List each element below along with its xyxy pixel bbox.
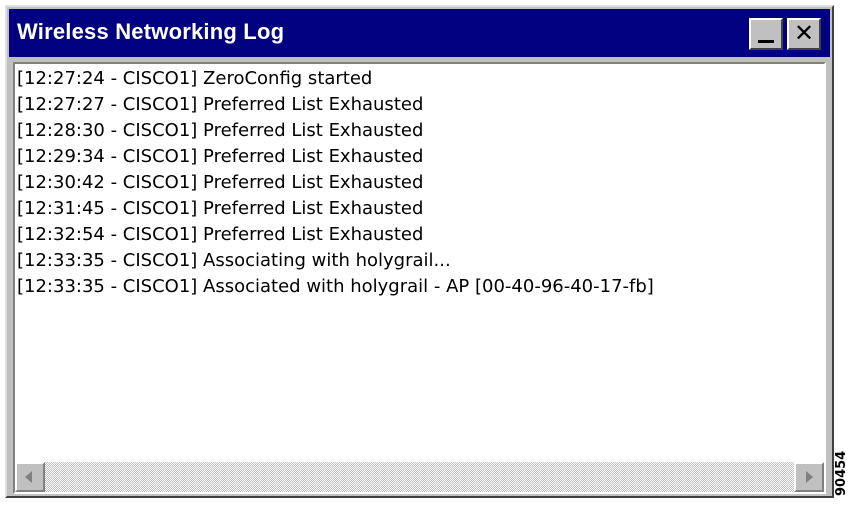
wireless-log-window: Wireless Networking Log ✕ [12:27:24 - CI… [5,5,834,498]
close-icon: ✕ [793,19,815,47]
log-entry[interactable]: [12:33:35 - CISCO1] Associating with hol… [17,248,824,274]
log-entry[interactable]: [12:33:35 - CISCO1] Associated with holy… [17,274,824,300]
figure-id-label: 90454 [834,450,848,496]
log-entries: [12:27:24 - CISCO1] ZeroConfig started [… [17,66,824,460]
scroll-right-button[interactable] [794,462,824,492]
scroll-left-button[interactable] [15,462,45,492]
minimize-icon [758,40,774,43]
scroll-left-arrow-icon [25,471,32,483]
log-entry[interactable]: [12:30:42 - CISCO1] Preferred List Exhau… [17,170,824,196]
log-entry[interactable]: [12:32:54 - CISCO1] Preferred List Exhau… [17,222,824,248]
close-button[interactable]: ✕ [787,18,821,50]
scroll-right-arrow-icon [806,471,813,483]
log-entry[interactable]: [12:27:24 - CISCO1] ZeroConfig started [17,66,824,92]
log-entry[interactable]: [12:27:27 - CISCO1] Preferred List Exhau… [17,92,824,118]
log-entry[interactable]: [12:31:45 - CISCO1] Preferred List Exhau… [17,196,824,222]
log-listbox[interactable]: [12:27:24 - CISCO1] ZeroConfig started [… [13,62,826,494]
window-title: Wireless Networking Log [17,19,285,44]
title-bar[interactable]: Wireless Networking Log ✕ [9,9,830,57]
log-entry[interactable]: [12:28:30 - CISCO1] Preferred List Exhau… [17,118,824,144]
log-entry[interactable]: [12:29:34 - CISCO1] Preferred List Exhau… [17,144,824,170]
minimize-button[interactable] [749,18,783,50]
horizontal-scrollbar[interactable] [15,462,824,492]
